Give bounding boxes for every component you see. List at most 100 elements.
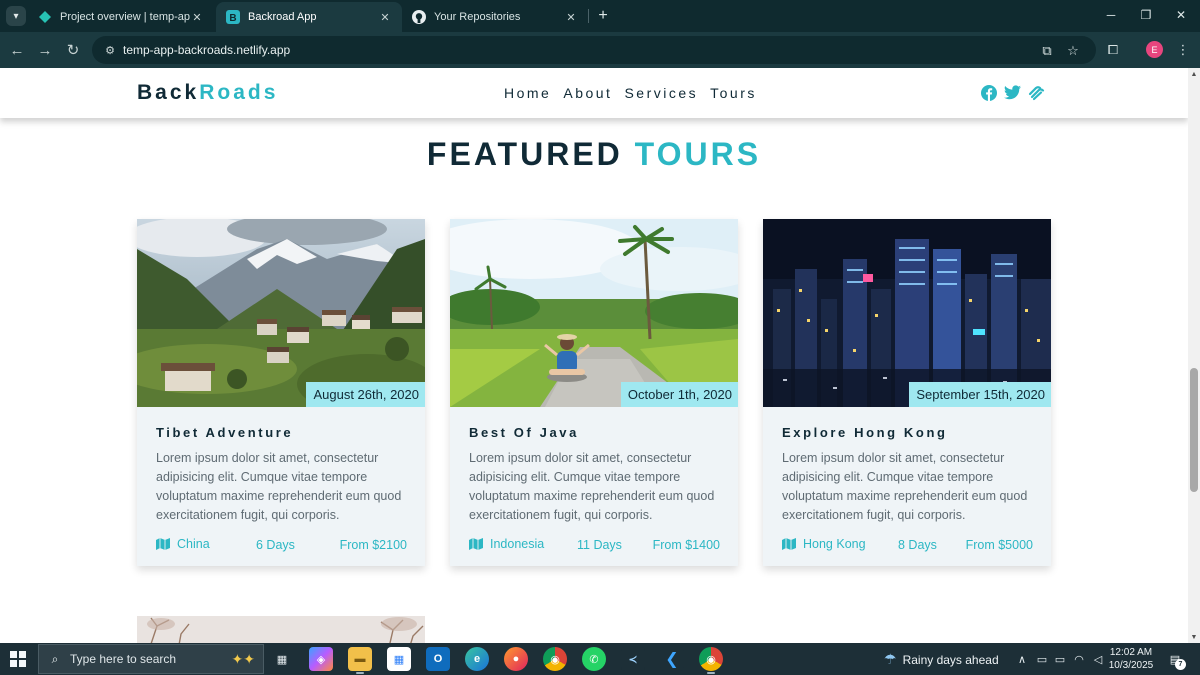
wifi-icon[interactable]: ◠ [1071, 652, 1087, 666]
whatsapp-icon[interactable]: ✆ [582, 647, 606, 671]
site-settings-icon[interactable]: ⚙ [102, 42, 118, 58]
nav-link-services[interactable]: Services [624, 85, 698, 101]
tour-price: From $5000 [965, 538, 1033, 552]
scrollbar-thumb[interactable] [1190, 368, 1198, 492]
scroll-down-arrow-icon[interactable]: ▼ [1188, 631, 1200, 643]
windows-taskbar: ⌕ Type here to search ✦✦ ▦ ◈ ▬ ▦ O e ● ◉… [0, 643, 1200, 675]
taskbar-search-placeholder: Type here to search [70, 652, 177, 666]
tour-description: Lorem ipsum dolor sit amet, consectetur … [782, 451, 1028, 522]
page-viewport: BackRoads Home About Services Tours FEAT… [0, 68, 1188, 643]
install-app-icon[interactable]: ⧉ [1038, 42, 1056, 60]
tour-price: From $2100 [339, 538, 407, 552]
file-explorer-icon[interactable]: ▬ [348, 647, 372, 674]
reload-icon[interactable]: ↻ [61, 38, 85, 62]
tour-footer: China 6 Days From $2100 [156, 537, 407, 555]
show-hidden-icons-chevron-icon[interactable]: ∧ [1014, 652, 1030, 666]
tour-card[interactable]: August 26th, 2020 Tibet Adventure Lorem … [137, 219, 425, 566]
back-arrow-icon[interactable]: ← [5, 38, 29, 62]
tab-search-button[interactable]: ▾ [6, 6, 26, 26]
more-menu-icon[interactable]: ⋮ [1173, 40, 1193, 60]
nav-link-tours[interactable]: Tours [710, 85, 757, 101]
close-tab-icon[interactable]: ✕ [378, 11, 392, 24]
umbrella-rain-icon: ☂ [884, 651, 897, 667]
netlify-diamond-icon [38, 10, 52, 24]
twitter-icon[interactable] [1004, 84, 1021, 101]
notification-center-icon[interactable]: ▤ 7 [1166, 651, 1186, 670]
tour-card[interactable]: October 1th, 2020 Best Of Java Lorem ips… [450, 219, 738, 566]
device-icon[interactable]: ▭ [1034, 652, 1050, 666]
svg-text:B: B [229, 13, 236, 24]
scroll-up-arrow-icon[interactable]: ▲ [1188, 68, 1200, 80]
tour-footer: Indonesia 11 Days From $1400 [469, 537, 720, 555]
new-tab-button[interactable]: + [592, 5, 614, 27]
tour-card[interactable]: September 15th, 2020 Explore Hong Kong L… [763, 219, 1051, 566]
close-tab-icon[interactable]: ✕ [190, 11, 204, 24]
address-bar[interactable]: ⚙ temp-app-backroads.netlify.app ⧉ ☆ [92, 36, 1096, 64]
tour-image-tibet [137, 219, 425, 407]
battery-icon[interactable]: ▭ [1052, 652, 1068, 666]
chrome-profile-icon[interactable]: ◉ [699, 647, 723, 674]
section-title: FEATURED TOURS [0, 136, 1188, 173]
map-icon [156, 538, 170, 550]
outlook-icon[interactable]: O [426, 647, 450, 671]
edge-icon[interactable]: e [465, 647, 489, 671]
tour-description: Lorem ipsum dolor sit amet, consectetur … [156, 451, 402, 522]
tour-country: Hong Kong [782, 537, 866, 551]
tour-date-badge: August 26th, 2020 [306, 382, 425, 407]
firefox-icon[interactable]: ● [504, 647, 528, 671]
page-scrollbar[interactable]: ▲ ▼ [1188, 68, 1200, 643]
taskbar-search-box[interactable]: ⌕ Type here to search ✦✦ [38, 644, 264, 674]
weather-text: Rainy days ahead [902, 652, 999, 667]
tour-days: 6 Days [256, 538, 295, 552]
tour-footer: Hong Kong 8 Days From $5000 [782, 537, 1033, 555]
taskbar-clock[interactable]: 12:02 AM 10/3/2025 [1108, 646, 1154, 672]
tour-country: Indonesia [469, 537, 544, 551]
notification-count-badge: 7 [1175, 659, 1186, 670]
tour-days: 11 Days [577, 538, 622, 552]
microsoft-store-icon[interactable]: ▦ [387, 647, 411, 671]
tab-github[interactable]: Your Repositories ✕ [402, 2, 588, 32]
tour-card-partial[interactable] [137, 616, 425, 643]
tour-description: Lorem ipsum dolor sit amet, consectetur … [469, 451, 715, 522]
close-window-button[interactable]: ✕ [1166, 4, 1196, 26]
address-url[interactable]: temp-app-backroads.netlify.app [123, 43, 290, 57]
tour-image-hong-kong [763, 219, 1051, 407]
tour-country-label: China [177, 537, 210, 551]
site-logo[interactable]: BackRoads [137, 81, 278, 105]
nav-link-home[interactable]: Home [504, 85, 551, 101]
windows-start-icon[interactable] [10, 651, 26, 667]
social-links [980, 84, 1045, 101]
weather-widget[interactable]: ☂ Rainy days ahead [884, 651, 999, 668]
bookmark-star-icon[interactable]: ☆ [1064, 42, 1082, 60]
vscode-insiders-icon[interactable]: ≺ [621, 647, 645, 671]
clock-time: 12:02 AM [1109, 647, 1153, 658]
tour-country-label: Hong Kong [803, 537, 866, 551]
section-title-part1: FEATURED [426, 136, 623, 172]
facebook-icon[interactable] [980, 84, 997, 101]
tour-title: Best Of Java [469, 425, 579, 440]
nav-link-about[interactable]: About [563, 85, 612, 101]
site-nav-links: Home About Services Tours [504, 85, 757, 101]
tab-backroad-app[interactable]: B Backroad App ✕ [216, 2, 402, 32]
restore-button[interactable]: ❐ [1131, 4, 1161, 26]
logo-part-roads: Roads [199, 81, 279, 104]
browser-tab-bar: ▾ Project overview | temp-app-ba ✕ B Bac… [0, 0, 1200, 32]
minimize-button[interactable]: ─ [1096, 4, 1126, 26]
tab-netlify[interactable]: Project overview | temp-app-ba ✕ [28, 2, 214, 32]
copilot-icon[interactable]: ◈ [309, 647, 333, 671]
section-title-part2: TOURS [634, 136, 762, 172]
tour-title: Tibet Adventure [156, 425, 294, 440]
extensions-puzzle-icon[interactable]: ⧠ [1103, 40, 1123, 60]
chrome-icon[interactable]: ◉ [543, 647, 567, 671]
profile-avatar[interactable]: E [1146, 41, 1163, 58]
tab-label: Your Repositories [434, 11, 521, 23]
map-icon [782, 538, 796, 550]
vscode-icon[interactable]: ❮ [660, 647, 684, 671]
browser-toolbar: ← → ↻ ⚙ temp-app-backroads.netlify.app ⧉… [0, 32, 1200, 68]
task-view-icon[interactable]: ▦ [270, 647, 294, 671]
forward-arrow-icon[interactable]: → [33, 38, 57, 62]
close-tab-icon[interactable]: ✕ [564, 11, 578, 24]
squarespace-icon[interactable] [1028, 84, 1045, 101]
volume-icon[interactable]: ◁ [1090, 652, 1106, 666]
tour-image-java [450, 219, 738, 407]
